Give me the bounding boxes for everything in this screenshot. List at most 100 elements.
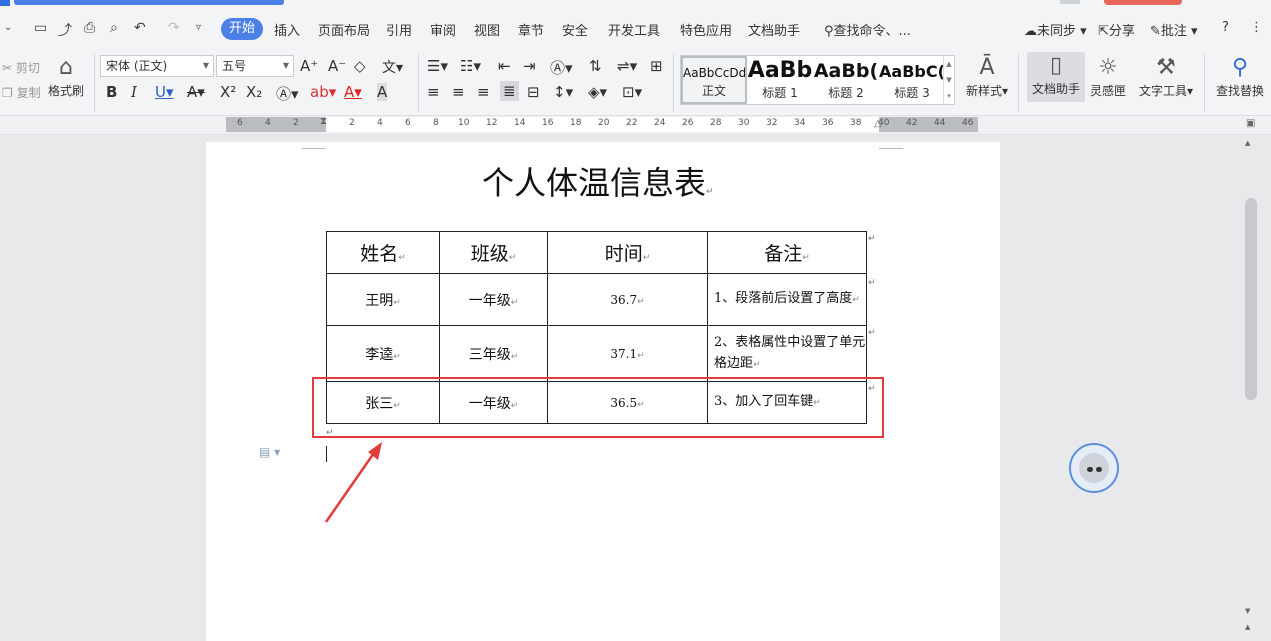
borders-icon[interactable]: ⊡▾ <box>622 83 642 101</box>
table-cell[interactable]: 李逵↵ <box>326 325 440 382</box>
paragraph-mark-icon[interactable]: ⇌▾ <box>617 57 637 75</box>
sync-button[interactable]: ☁未同步 ▾ <box>1024 20 1087 39</box>
titlebar-login-button[interactable] <box>1104 0 1182 5</box>
find-replace-button[interactable]: ⚲ 查找替换 <box>1212 54 1268 99</box>
font-name-select[interactable]: 宋体 (正文) ▼ <box>100 55 214 77</box>
font-size-select[interactable]: 五号 ▼ <box>216 55 294 77</box>
superscript-icon[interactable]: X² <box>220 83 236 101</box>
share-button[interactable]: ⇱分享 <box>1098 20 1135 39</box>
tab-insert[interactable]: 插入 <box>274 20 300 39</box>
document-tab[interactable] <box>14 0 284 5</box>
command-search[interactable]: ⚲查找命令、... <box>824 20 911 39</box>
scroll-up-icon[interactable]: ▲ <box>1245 139 1250 147</box>
text-effect-icon[interactable]: Ⓐ▾ <box>276 83 299 104</box>
tab-security[interactable]: 安全 <box>562 20 588 39</box>
distribute-icon[interactable]: ⊟ <box>527 83 540 101</box>
table-cell[interactable]: 2、表格属性中设置了单元格边距↵ <box>707 325 867 382</box>
justify-icon[interactable]: ≣ <box>500 81 519 101</box>
italic-icon[interactable]: I <box>131 83 137 101</box>
style-gallery: AaBbCcDd 正文 AaBb 标题 1 AaBb( 标题 2 AaBbC( … <box>680 55 955 105</box>
prev-page-icon[interactable]: ▲ <box>1245 623 1250 631</box>
help-button[interactable]: ? <box>1222 20 1229 35</box>
ruler-tick: 26 <box>682 118 694 128</box>
style-heading-3[interactable]: AaBbC( 标题 3 <box>879 56 945 104</box>
divider <box>673 54 674 112</box>
style-heading-2[interactable]: AaBb( 标题 2 <box>813 56 879 104</box>
row-end-mark: ↵ <box>868 234 876 244</box>
undo-icon[interactable]: ↶ <box>134 20 146 36</box>
tab-page-layout[interactable]: 页面布局 <box>318 20 370 39</box>
sort-icon[interactable]: ⇅ <box>589 57 602 75</box>
highlight-icon[interactable]: ab▾ <box>310 83 336 101</box>
tab-review[interactable]: 审阅 <box>430 20 456 39</box>
export-icon[interactable]: ⤴ <box>58 20 72 40</box>
table-header-cell[interactable]: 时间↵ <box>547 231 708 274</box>
clear-format-icon[interactable]: ◇ <box>354 57 366 75</box>
align-right-icon[interactable]: ≡ <box>477 83 490 101</box>
more-vertical-icon[interactable]: ⋮ <box>1250 20 1263 35</box>
tab-view[interactable]: 视图 <box>474 20 500 39</box>
cut-button[interactable]: ✂ 剪切 <box>2 59 40 76</box>
text-direction-icon[interactable]: Ⓐ▾ <box>550 57 573 78</box>
decrease-indent-icon[interactable]: ⇤ <box>498 57 511 75</box>
increase-indent-icon[interactable]: ⇥ <box>523 57 536 75</box>
shading-icon[interactable]: ◈▾ <box>588 83 607 101</box>
align-center-icon[interactable]: ≡ <box>452 83 465 101</box>
table-cell[interactable]: 36.7↵ <box>547 273 708 326</box>
tab-home[interactable]: 开始 <box>221 18 264 40</box>
text-tools-button[interactable]: ⚒ 文字工具▾ <box>1134 54 1198 99</box>
document-title[interactable]: 个人体温信息表↵ <box>482 158 714 204</box>
titlebar-button[interactable] <box>1060 0 1080 4</box>
page-layout-icon[interactable]: ▤ ▾ <box>259 445 280 459</box>
numbered-list-icon[interactable]: ☷▾ <box>460 57 481 75</box>
bold-icon[interactable]: B <box>106 83 117 101</box>
subscript-icon[interactable]: X₂ <box>246 83 262 101</box>
scroll-down-icon[interactable]: ▼ <box>1245 607 1250 615</box>
format-painter-button[interactable]: ⌂ 格式刷 <box>46 54 86 99</box>
more-icon[interactable]: ▿ <box>196 22 201 33</box>
tab-doc-assistant[interactable]: 文档助手 <box>748 20 800 39</box>
line-spacing-icon[interactable]: ↕▾ <box>553 83 573 101</box>
tab-features[interactable]: 特色应用 <box>680 20 732 39</box>
table-grid-icon[interactable]: ⊞ <box>650 57 663 75</box>
strikethrough-icon[interactable]: A▾ <box>187 83 205 101</box>
indent-marker-icon[interactable]: ⧗ <box>320 116 327 127</box>
redo-icon[interactable]: ↷ <box>168 20 180 36</box>
save-icon[interactable]: ▭ <box>34 20 47 36</box>
inspiration-button[interactable]: ☼ 灵感匣 <box>1088 54 1128 99</box>
table-header-cell[interactable]: 班级↵ <box>439 231 548 274</box>
font-color-icon[interactable]: A▾ <box>344 83 362 101</box>
table-cell[interactable]: 一年级↵ <box>439 273 548 326</box>
bullet-list-icon[interactable]: ☰▾ <box>427 57 448 75</box>
underline-icon[interactable]: U▾ <box>155 83 174 101</box>
comment-button[interactable]: ✎批注 ▾ <box>1150 20 1198 39</box>
chevron-down-icon[interactable]: ⌄ <box>4 22 12 33</box>
ruler-toggle-icon[interactable]: ▣ <box>1246 118 1255 129</box>
table-header-cell[interactable]: 姓名↵ <box>326 231 440 274</box>
table-header-cell[interactable]: 备注↵ <box>707 231 867 274</box>
table-cell[interactable]: 王明↵ <box>326 273 440 326</box>
style-gallery-scroll[interactable]: ▲ ▼ ▾ <box>943 56 954 104</box>
grow-font-icon[interactable]: A⁺ <box>300 57 318 75</box>
align-left-icon[interactable]: ≡ <box>427 83 440 101</box>
assistant-avatar[interactable] <box>1069 443 1119 493</box>
table-cell[interactable]: 1、段落前后设置了高度↵ <box>707 273 867 326</box>
table-cell[interactable]: 三年级↵ <box>439 325 548 382</box>
phonetic-guide-icon[interactable]: 文▾ <box>382 57 403 77</box>
print-icon[interactable]: ⎙ <box>84 20 95 36</box>
horizontal-ruler[interactable]: 6 4 2 2 4 6 8 10 12 14 16 18 20 22 24 26… <box>0 116 1271 135</box>
char-shading-icon[interactable]: A <box>377 83 388 101</box>
style-heading-1[interactable]: AaBb 标题 1 <box>747 56 813 104</box>
tab-references[interactable]: 引用 <box>386 20 412 39</box>
right-indent-marker-icon[interactable]: △ <box>874 118 882 129</box>
table-cell[interactable]: 37.1↵ <box>547 325 708 382</box>
style-normal[interactable]: AaBbCcDd 正文 <box>681 56 747 104</box>
tab-developer[interactable]: 开发工具 <box>608 20 660 39</box>
copy-button[interactable]: ❐ 复制 <box>2 84 41 101</box>
doc-assistant-button[interactable]: ▯ 文档助手 <box>1027 52 1085 102</box>
new-style-button[interactable]: Ā 新样式▾ <box>962 54 1012 99</box>
tab-chapter[interactable]: 章节 <box>518 20 544 39</box>
scrollbar-thumb[interactable] <box>1245 198 1257 400</box>
shrink-font-icon[interactable]: A⁻ <box>328 57 346 75</box>
print-preview-icon[interactable]: ⌕ <box>110 20 118 36</box>
